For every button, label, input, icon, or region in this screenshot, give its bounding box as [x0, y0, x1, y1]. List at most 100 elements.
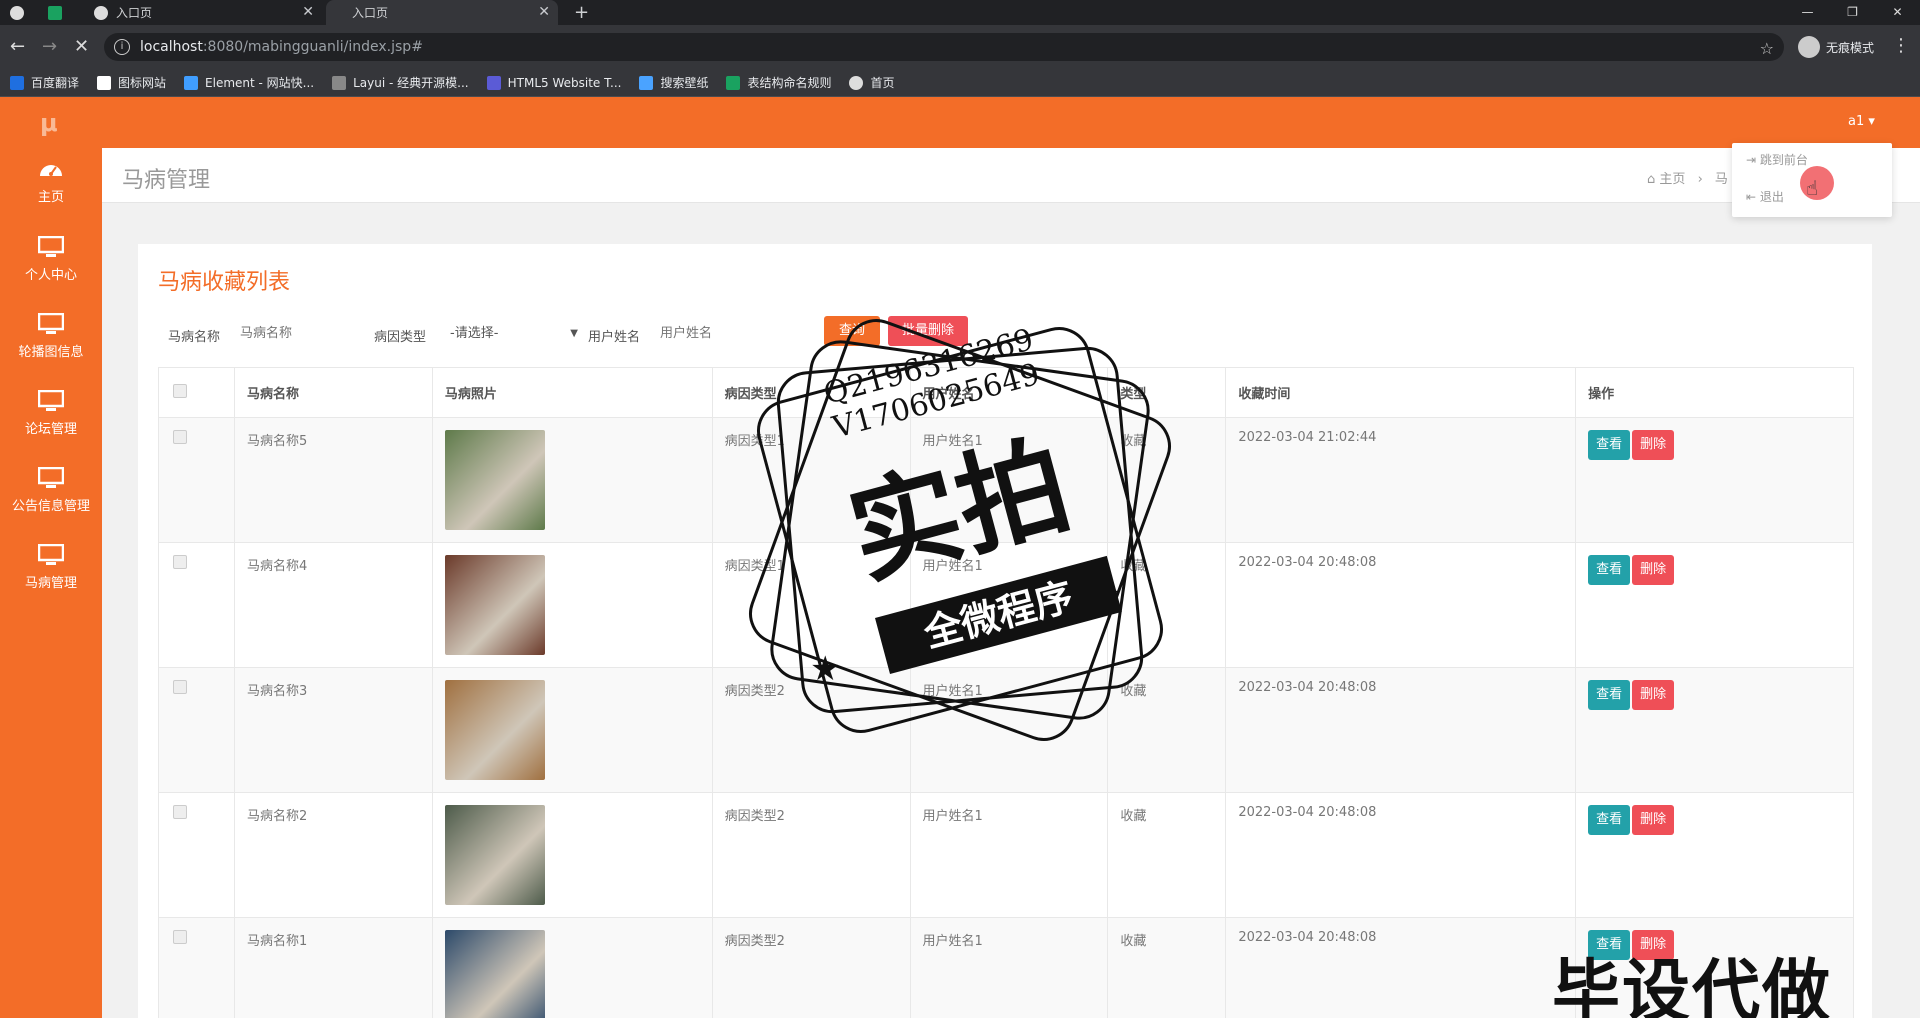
- sidebar-item-label: 轮播图信息: [18, 345, 84, 360]
- horse-photo[interactable]: [444, 805, 545, 905]
- minimize-icon[interactable]: —: [1785, 0, 1830, 25]
- sidebar-item-forum[interactable]: 论坛管理: [0, 390, 102, 437]
- cell-actions: 查看 删除: [1575, 417, 1854, 543]
- sidebar-item-home[interactable]: 主页: [0, 158, 102, 205]
- tab-pinned-2[interactable]: [48, 0, 80, 25]
- bookmark-item[interactable]: Element - 网站快...: [184, 74, 314, 91]
- html5-icon: [486, 75, 501, 90]
- bookmark-item[interactable]: Layui - 经典开源模...: [332, 74, 469, 91]
- user-filter-input[interactable]: [660, 319, 780, 347]
- table-row: 马病名称3 病因类型2 用户姓名1 收藏 2022-03-04 20:48:08 查看 删除: [158, 667, 1854, 793]
- stop-icon[interactable]: ✕: [74, 35, 89, 59]
- horse-photo[interactable]: [444, 430, 545, 530]
- view-button[interactable]: 查看: [1588, 555, 1631, 585]
- back-icon[interactable]: ←: [10, 35, 25, 59]
- browser-tab-bar: 入口页 ✕ 入口页 ✕ + — ❐ ✕: [0, 0, 1920, 25]
- name-filter-input[interactable]: [240, 319, 350, 347]
- user-filter-label: 用户姓名: [588, 330, 641, 345]
- sidebar-item-profile[interactable]: 个人中心: [0, 236, 102, 283]
- column-header: 收藏时间: [1225, 367, 1577, 418]
- dropdown-item-logout[interactable]: ⇤ 退出: [1746, 188, 1784, 205]
- search-button[interactable]: 查询: [824, 316, 880, 346]
- bookmark-item[interactable]: HTML5 Website T...: [486, 75, 621, 90]
- monitor-icon: [38, 544, 64, 565]
- sidebar-item-notice[interactable]: 公告信息管理: [0, 467, 102, 514]
- row-select-cell: [158, 542, 235, 668]
- select-all-checkbox[interactable]: [173, 383, 187, 398]
- sidebar-item-carousel[interactable]: 轮播图信息: [0, 313, 102, 360]
- tab-entry-2[interactable]: 入口页 ✕: [326, 0, 558, 25]
- cell-time: 2022-03-04 20:48:08: [1225, 917, 1577, 1018]
- user-name: a1: [1848, 114, 1865, 129]
- view-button[interactable]: 查看: [1588, 680, 1631, 710]
- column-header: 操作: [1575, 367, 1854, 418]
- bookmark-star-icon[interactable]: ☆: [1760, 35, 1774, 63]
- delete-button[interactable]: 删除: [1632, 555, 1675, 585]
- cell-name: 马病名称3: [233, 667, 433, 793]
- monitor-icon: [38, 236, 64, 257]
- url-host: localhost: [140, 39, 203, 55]
- cell-actions: 查看 删除: [1575, 792, 1854, 918]
- bookmark-item[interactable]: 表结构命名规则: [726, 74, 831, 91]
- breadcrumb-separator: ›: [1697, 172, 1703, 187]
- app-header: μ a1 ▾: [0, 97, 1920, 148]
- sidebar-item-label: 公告信息管理: [11, 499, 90, 514]
- new-tab-button[interactable]: +: [574, 0, 594, 25]
- cell-kind: 收藏: [1107, 792, 1227, 918]
- card-title: 马病收藏列表: [158, 270, 291, 295]
- incognito-label: 无痕模式: [1826, 40, 1875, 55]
- url-path: :8080/mabingguanli/index.jsp#: [202, 39, 423, 55]
- bookmarks-bar: 百度翻译 图标网站 Element - 网站快... Layui - 经典开源模…: [0, 69, 1920, 97]
- delete-button[interactable]: 删除: [1632, 430, 1675, 460]
- bookmark-item[interactable]: 首页: [849, 74, 895, 91]
- horse-photo[interactable]: [444, 930, 545, 1018]
- view-button[interactable]: 查看: [1588, 430, 1631, 460]
- row-checkbox[interactable]: [173, 930, 187, 944]
- chevron-down-icon: ▼: [570, 328, 578, 339]
- forward-icon[interactable]: →: [42, 35, 57, 59]
- breadcrumb-home[interactable]: 主页: [1659, 172, 1685, 187]
- horse-photo[interactable]: [444, 555, 545, 655]
- row-checkbox[interactable]: [173, 805, 187, 819]
- view-button[interactable]: 查看: [1588, 805, 1631, 835]
- select-all-cell: [158, 367, 235, 418]
- logo-icon: μ: [40, 109, 58, 137]
- signin-icon: ⇥: [1746, 153, 1760, 167]
- delete-button[interactable]: 删除: [1632, 680, 1675, 710]
- row-checkbox[interactable]: [173, 430, 187, 444]
- bookmark-label: 首页: [870, 76, 895, 90]
- info-icon[interactable]: i: [114, 39, 130, 55]
- restore-icon[interactable]: ❐: [1830, 0, 1875, 25]
- cell-user-name: 用户姓名1: [909, 667, 1109, 793]
- horse-photo[interactable]: [444, 680, 545, 780]
- bookmark-label: Layui - 经典开源模...: [353, 76, 469, 90]
- more-menu-icon[interactable]: ⋮: [1892, 35, 1910, 56]
- tab-label: 入口页: [116, 6, 153, 20]
- tab-pinned-1[interactable]: [10, 0, 42, 25]
- bookmark-item[interactable]: 图标网站: [97, 74, 166, 91]
- row-checkbox[interactable]: [173, 680, 187, 694]
- cell-cause-type: 病因类型2: [711, 917, 911, 1018]
- close-icon[interactable]: ✕: [538, 4, 550, 20]
- incognito-indicator[interactable]: 无痕模式: [1798, 33, 1874, 61]
- cell-kind: 收藏: [1107, 917, 1227, 1018]
- row-checkbox[interactable]: [173, 555, 187, 569]
- cell-photo: [431, 667, 713, 793]
- globe-icon: [849, 75, 864, 90]
- bookmark-item[interactable]: 百度翻译: [10, 74, 79, 91]
- dropdown-label: 跳到前台: [1759, 153, 1808, 167]
- sidebar-item-horse-disease[interactable]: 马病管理: [0, 544, 102, 591]
- cell-photo: [431, 917, 713, 1018]
- dropdown-item-frontend[interactable]: ⇥ 跳到前台: [1746, 151, 1808, 168]
- sidebar-item-label: 论坛管理: [24, 422, 77, 437]
- type-filter-select[interactable]: -请选择- ▼: [446, 322, 580, 346]
- user-menu[interactable]: a1 ▾: [1848, 114, 1875, 129]
- address-bar[interactable]: i localhost:8080/mabingguanli/index.jsp#…: [104, 33, 1784, 61]
- column-header: 类型: [1107, 367, 1227, 418]
- tab-entry-1[interactable]: 入口页 ✕: [86, 0, 322, 25]
- window-close-icon[interactable]: ✕: [1875, 0, 1920, 25]
- column-header: 马病名称: [233, 367, 433, 418]
- bookmark-item[interactable]: 搜索壁纸: [639, 74, 708, 91]
- delete-button[interactable]: 删除: [1632, 805, 1675, 835]
- close-icon[interactable]: ✕: [302, 4, 314, 20]
